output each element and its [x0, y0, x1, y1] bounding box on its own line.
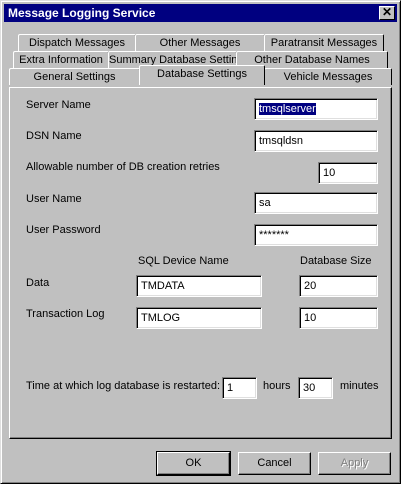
server-name-value: tmsqlserver — [259, 103, 316, 115]
transaction-log-label: Transaction Log — [26, 308, 105, 320]
retries-field[interactable]: 10 — [318, 162, 378, 184]
restart-minutes-field[interactable]: 30 — [298, 377, 333, 399]
dsn-name-label: DSN Name — [26, 130, 82, 142]
cancel-button[interactable]: Cancel — [238, 452, 311, 475]
tab-extra-information[interactable]: Extra Information — [13, 51, 109, 68]
tab-other-messages[interactable]: Other Messages — [135, 34, 265, 51]
retries-label: Allowable number of DB creation retries — [26, 161, 220, 173]
server-name-field[interactable]: tmsqlserver — [254, 98, 378, 120]
tab-dispatch-messages[interactable]: Dispatch Messages — [18, 34, 136, 51]
server-name-label: Server Name — [26, 99, 91, 111]
transaction-log-size-field[interactable]: 10 — [299, 307, 378, 329]
database-settings-panel: Server Name tmsqlserver DSN Name tmsqlds… — [9, 87, 392, 439]
hours-label: hours — [263, 380, 291, 392]
data-label: Data — [26, 277, 50, 289]
restart-hours-field[interactable]: 1 — [222, 377, 257, 399]
tab-general-settings[interactable]: General Settings — [9, 68, 140, 85]
user-password-label: User Password — [26, 224, 101, 236]
user-name-field[interactable]: sa — [254, 192, 378, 214]
dsn-name-field[interactable]: tmsqldsn — [254, 130, 378, 152]
user-password-field[interactable]: ******* — [254, 224, 378, 246]
data-size-field[interactable]: 20 — [299, 275, 378, 297]
ok-button[interactable]: OK — [156, 451, 231, 476]
minutes-label: minutes — [340, 380, 379, 392]
apply-button[interactable]: Apply — [318, 452, 391, 475]
data-device-field[interactable]: TMDATA — [136, 275, 262, 297]
restart-time-label: Time at which log database is restarted: — [26, 380, 221, 392]
window-title: Message Logging Service — [8, 6, 156, 20]
close-button[interactable]: ✕ — [379, 6, 395, 20]
transaction-log-device-field[interactable]: TMLOG — [136, 307, 262, 329]
database-size-header: Database Size — [300, 255, 372, 267]
message-logging-dialog: Message Logging Service ✕ Dispatch Messa… — [0, 0, 401, 484]
tab-paratransit-messages[interactable]: Paratransit Messages — [264, 34, 384, 51]
title-bar: Message Logging Service ✕ — [4, 4, 397, 22]
tab-database-settings[interactable]: Database Settings — [139, 65, 265, 85]
user-name-label: User Name — [26, 193, 82, 205]
sql-device-name-header: SQL Device Name — [138, 255, 229, 267]
tab-vehicle-messages[interactable]: Vehicle Messages — [264, 68, 392, 85]
